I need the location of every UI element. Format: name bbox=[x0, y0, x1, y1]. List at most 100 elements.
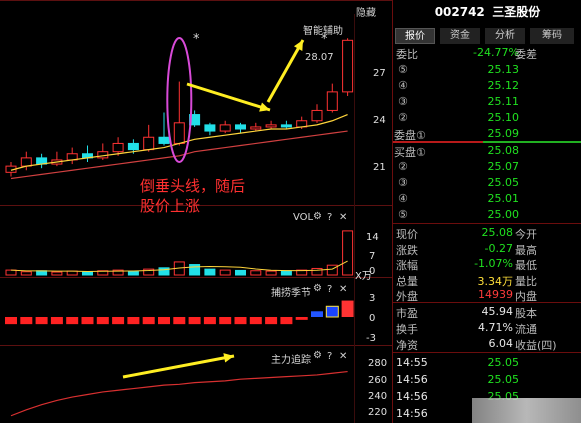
order-price: 25.13 bbox=[487, 63, 520, 76]
order-level: ② bbox=[398, 111, 408, 124]
volume-bar bbox=[326, 264, 338, 276]
stat2-row: 换手 4.71% 流通 bbox=[393, 320, 581, 337]
sell-order-row: ③ 25.11 bbox=[393, 94, 581, 111]
hide-toggle[interactable]: 隐藏 bbox=[356, 4, 376, 19]
candle-body bbox=[158, 136, 170, 144]
vol-axis-tick: 7 bbox=[369, 251, 376, 262]
candle-body bbox=[342, 39, 354, 93]
candle-body bbox=[250, 126, 262, 130]
tab-analysis[interactable]: 分析 bbox=[485, 28, 525, 44]
stock-code: 002742 bbox=[434, 5, 485, 19]
help-icon[interactable]: ? bbox=[327, 351, 332, 362]
sell-order-row: ② 25.10 bbox=[393, 110, 581, 127]
candle-body bbox=[20, 157, 32, 167]
sell-order-row: ④ 25.12 bbox=[393, 78, 581, 95]
tick-row: 14:56 25.05 bbox=[393, 372, 581, 389]
tab-funds[interactable]: 资金 bbox=[440, 28, 480, 44]
buy-order-row: ② 25.07 bbox=[393, 159, 581, 176]
season-bar bbox=[35, 317, 48, 325]
season-bar bbox=[81, 317, 94, 325]
season-bar bbox=[311, 311, 323, 317]
order-level: ② bbox=[398, 160, 408, 173]
main-force-axis-tick: 280 bbox=[368, 358, 388, 369]
stat2-row: 市盈 45.94 股本 bbox=[393, 304, 581, 321]
season-bar bbox=[265, 317, 278, 325]
candle-body bbox=[219, 124, 231, 132]
volume-bar bbox=[51, 271, 63, 276]
order-price: 25.00 bbox=[487, 208, 520, 221]
annotation-arrow-head bbox=[259, 102, 270, 112]
stat-value: 6.04 bbox=[488, 337, 514, 350]
stat-value: 45.94 bbox=[481, 305, 514, 318]
main-force-axis-tick: 220 bbox=[368, 407, 388, 418]
tick-price: 25.05 bbox=[487, 373, 520, 386]
season-bar bbox=[173, 317, 186, 325]
stat-label: 净资 bbox=[396, 339, 418, 352]
sell-order-row: ⑤ 25.13 bbox=[393, 62, 581, 79]
main-force-axis-tick: 240 bbox=[368, 391, 388, 402]
order-price: 25.07 bbox=[487, 160, 520, 173]
season-bar bbox=[20, 317, 33, 325]
help-icon[interactable]: ? bbox=[327, 212, 332, 223]
volume-bar bbox=[82, 271, 93, 276]
candle-body bbox=[143, 136, 155, 151]
stat-value: 25.08 bbox=[481, 226, 514, 239]
close-icon[interactable]: ✕ bbox=[339, 284, 347, 295]
volume-bar bbox=[189, 264, 201, 276]
price-axis-tick: 21 bbox=[373, 162, 386, 173]
panel-divider bbox=[393, 352, 581, 353]
close-icon[interactable]: ✕ bbox=[339, 351, 347, 362]
volume-bar bbox=[265, 270, 277, 276]
order-level: ④ bbox=[398, 192, 408, 205]
candle-body bbox=[204, 124, 216, 132]
season-bar bbox=[127, 317, 140, 325]
close-icon[interactable]: ✕ bbox=[339, 212, 347, 223]
stat-value: -1.07% bbox=[474, 257, 513, 270]
candle-body bbox=[235, 124, 246, 130]
tab-quote[interactable]: 报价 bbox=[395, 28, 435, 44]
main-force-label[interactable]: 主力追踪 bbox=[271, 351, 311, 366]
help-icon[interactable]: ? bbox=[327, 284, 332, 295]
chart-annotation: 倒垂头线，随后 股价上涨 bbox=[140, 176, 245, 216]
stat-value: 4.71% bbox=[478, 321, 513, 334]
stat-row: 涨跌 -0.27 最高 bbox=[393, 241, 581, 258]
price-axis-tick: 24 bbox=[373, 115, 386, 126]
season-label[interactable]: 捕捞季节 bbox=[271, 284, 311, 299]
order-price: 25.10 bbox=[487, 111, 520, 124]
annotation-arrow bbox=[266, 39, 305, 103]
gear-icon[interactable]: ⚙ bbox=[313, 211, 322, 222]
webi-value: -24.77% bbox=[473, 46, 519, 59]
season-bar bbox=[158, 317, 170, 325]
gear-icon[interactable]: ⚙ bbox=[313, 283, 322, 294]
volume-bar bbox=[204, 268, 216, 276]
tick-time: 14:56 bbox=[396, 390, 428, 403]
stock-name: 三圣股份 bbox=[492, 5, 541, 19]
order-price: 25.11 bbox=[487, 95, 520, 108]
panel-divider bbox=[393, 302, 581, 303]
season-bar bbox=[280, 317, 293, 325]
stock-header: 002742 三圣股份 bbox=[393, 0, 581, 24]
vol-label[interactable]: VOL bbox=[293, 212, 313, 223]
order-level: ④ bbox=[398, 79, 408, 92]
buy-order-row: ③ 25.05 bbox=[393, 175, 581, 192]
annotation-arrow-head bbox=[223, 353, 234, 363]
order-price: 25.01 bbox=[487, 192, 520, 205]
stat-label-right: 股本 bbox=[515, 307, 537, 320]
season-bar bbox=[50, 317, 63, 325]
candle-body bbox=[112, 142, 124, 153]
gear-icon[interactable]: ⚙ bbox=[313, 350, 322, 361]
kline-chart-area[interactable]: 隐藏 智能辅助 28.07 * * 27 24 21 倒垂头线，随后 股价上涨 … bbox=[0, 0, 392, 423]
candle-body bbox=[173, 122, 185, 144]
annotation-line: 倒垂头线，随后 bbox=[140, 177, 246, 195]
main-force-line bbox=[10, 370, 348, 417]
webi-label: 委比 bbox=[396, 48, 418, 61]
buy-order-row: ④ 25.01 bbox=[393, 191, 581, 208]
annotation-arrow bbox=[122, 354, 235, 379]
volume-bar bbox=[219, 269, 231, 276]
season-bar bbox=[325, 305, 339, 318]
season-bar bbox=[203, 317, 216, 325]
order-level: ⑤ bbox=[398, 63, 408, 76]
tab-chips[interactable]: 筹码 bbox=[530, 28, 574, 44]
weicha-label: 委差 bbox=[515, 48, 537, 61]
annotation-line: 股价上涨 bbox=[140, 197, 201, 215]
